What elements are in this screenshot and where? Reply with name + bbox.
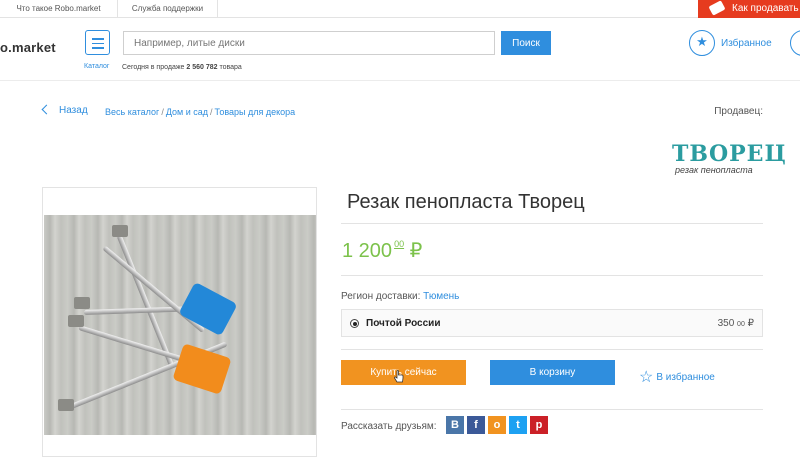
- breadcrumb-item[interactable]: Товары для декора: [215, 107, 296, 117]
- twitter-share-icon[interactable]: t: [509, 416, 527, 434]
- header: o.market Каталог Поиск Сегодня в продаже…: [0, 18, 800, 81]
- cutter-clamp: [112, 225, 128, 237]
- product-title: Резак пенопласта Творец: [347, 191, 585, 213]
- cutter-clamp: [74, 297, 90, 309]
- share-label: Рассказать друзьям:: [341, 421, 437, 432]
- price-tag-icon: [708, 0, 726, 16]
- favorites-label[interactable]: Избранное: [721, 38, 772, 49]
- items-on-sale: Сегодня в продаже 2 560 782 товара: [122, 64, 242, 71]
- logo[interactable]: o.market: [0, 40, 56, 55]
- star-outline-icon: ☆: [639, 369, 654, 386]
- delivery-method: Почтой России: [366, 318, 441, 329]
- orange-handle: [172, 343, 232, 395]
- price-cents: 00: [394, 239, 405, 249]
- account-button[interactable]: [790, 30, 800, 56]
- how-to-sell-button[interactable]: Как продавать: [698, 0, 800, 18]
- star-icon: ★: [696, 34, 708, 49]
- catalog-label[interactable]: Каталог: [84, 63, 109, 70]
- chevron-left-icon: [41, 104, 52, 115]
- logo-text: o.market: [0, 40, 56, 55]
- search-button[interactable]: Поиск: [501, 31, 551, 55]
- seller-brand-tagline: резак пенопласта: [675, 165, 753, 175]
- breadcrumb-item[interactable]: Весь каталог: [105, 107, 159, 117]
- add-to-cart-button[interactable]: В корзину: [490, 360, 615, 385]
- blue-handle: [178, 281, 238, 337]
- support-link[interactable]: Служба поддержки: [118, 0, 218, 18]
- currency: ₽: [409, 240, 423, 262]
- menu-icon-line: [92, 47, 104, 49]
- delivery-region: Регион доставки: Тюмень: [341, 291, 460, 302]
- divider: [341, 275, 763, 276]
- region-link[interactable]: Тюмень: [423, 291, 459, 302]
- delivery-option[interactable]: Почтой России 350 00 ₽: [341, 309, 763, 337]
- delivery-price: 350 00 ₽: [717, 318, 754, 329]
- top-bar: Что такое Robo.market Служба поддержки К…: [0, 0, 800, 18]
- hand-cursor-icon: [394, 370, 404, 383]
- add-to-favorites-link[interactable]: ☆ В избранное: [639, 365, 715, 386]
- product-price: 1 200 00 ₽: [342, 239, 423, 262]
- favorites-button[interactable]: ★: [689, 30, 715, 56]
- cutter-clamp: [58, 399, 74, 411]
- odnoklassniki-share-icon[interactable]: о: [488, 416, 506, 434]
- facebook-share-icon[interactable]: f: [467, 416, 485, 434]
- menu-icon-line: [92, 38, 104, 40]
- breadcrumb-item[interactable]: Дом и сад: [166, 107, 208, 117]
- about-link[interactable]: Что такое Robo.market: [0, 0, 118, 18]
- seller-label: Продавец:: [714, 106, 763, 117]
- divider: [341, 349, 763, 350]
- breadcrumb: Весь каталог / Дом и сад / Товары для декора: [105, 107, 296, 117]
- cutter-clamp: [68, 315, 84, 327]
- pinterest-share-icon[interactable]: p: [530, 416, 548, 434]
- search-input[interactable]: [123, 31, 495, 55]
- vk-share-icon[interactable]: В: [446, 416, 464, 434]
- items-count: 2 560 782: [186, 64, 218, 71]
- divider: [341, 223, 763, 224]
- seller-brand-name: ТВОРЕЦ: [672, 141, 787, 167]
- divider: [341, 409, 763, 410]
- how-to-sell-label: Как продавать: [732, 3, 799, 14]
- back-link[interactable]: Назад: [41, 104, 88, 116]
- catalog-button[interactable]: [85, 30, 110, 55]
- menu-icon-line: [92, 42, 104, 45]
- seller-logo[interactable]: ТВОРЕЦ резак пенопласта: [672, 141, 787, 175]
- delivery-radio[interactable]: [350, 319, 359, 328]
- product-photo[interactable]: [44, 215, 316, 435]
